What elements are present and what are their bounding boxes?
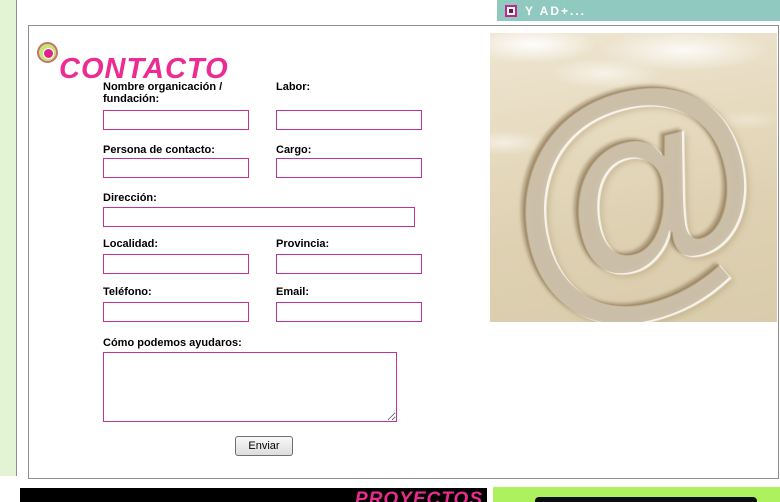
direccion-input[interactable] [103,207,415,227]
footer-logo-fragment [535,497,757,502]
cargo-input[interactable] [276,158,422,178]
provincia-label: Provincia: [276,238,426,250]
direccion-label: Dirección: [103,192,253,204]
persona-label: Persona de contacto: [103,144,253,156]
proyectos-banner: PROYECTOS [20,488,487,502]
top-nav-bar: Y AD+... [497,0,780,21]
nav-item-y-admas[interactable]: Y AD+... [525,4,586,18]
left-sidebar-strip [0,0,17,476]
provincia-input[interactable] [276,254,422,274]
labor-input[interactable] [276,110,422,130]
sand-at-sign-photo: @ [490,33,777,322]
telefono-input[interactable] [103,302,249,322]
nombre-input[interactable] [103,110,249,130]
telefono-label: Teléfono: [103,286,253,298]
localidad-label: Localidad: [103,238,253,250]
email-label: Email: [276,286,426,298]
at-sign-drawing: @ [490,33,777,322]
enviar-button[interactable]: Enviar [235,436,293,456]
contact-panel: CONTACTO Nombre organicación / fundación… [28,25,779,479]
square-bullet-icon [505,5,517,17]
proyectos-link[interactable]: PROYECTOS [355,489,483,502]
email-input[interactable] [276,302,422,322]
cargo-label: Cargo: [276,144,426,156]
footer-green-block [493,487,780,502]
labor-label: Labor: [276,81,426,93]
page: Y AD+... CONTACTO Nombre organicación / … [0,0,780,502]
localidad-input[interactable] [103,254,249,274]
persona-input[interactable] [103,158,249,178]
mensaje-textarea[interactable] [103,352,397,422]
title-bullet-icon [37,42,58,63]
nombre-label: Nombre organicación / fundación: [103,81,248,105]
mensaje-label: Cómo podemos ayudaros: [103,337,303,349]
